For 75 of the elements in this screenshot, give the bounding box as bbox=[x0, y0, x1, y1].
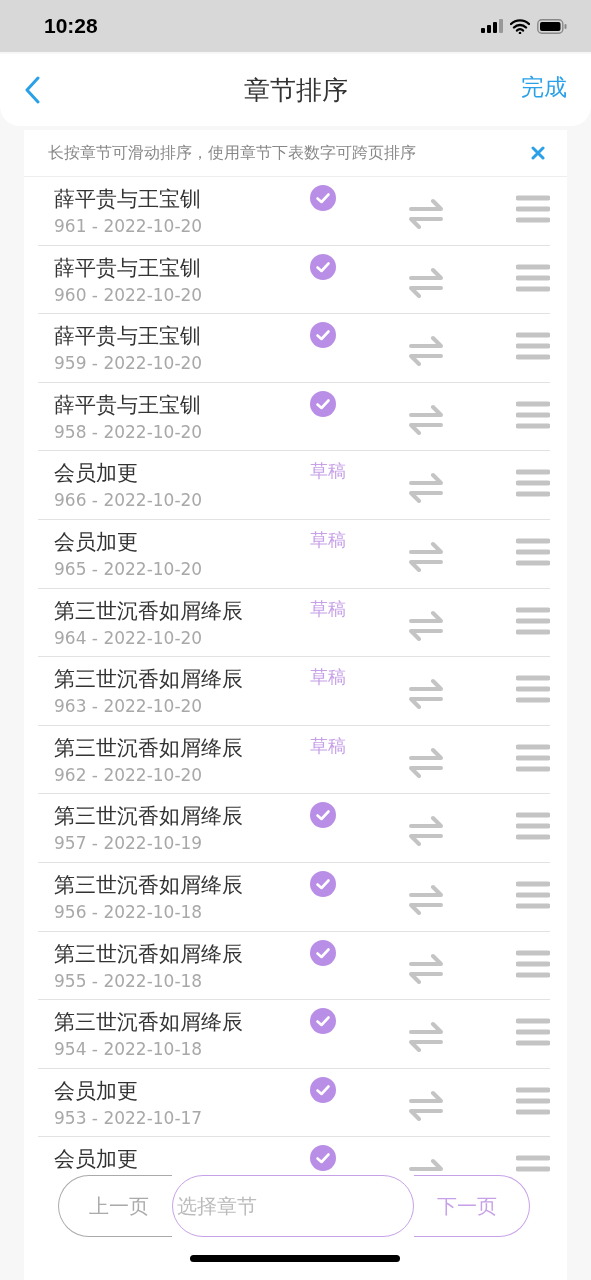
drag-handle-icon[interactable] bbox=[516, 743, 550, 772]
signal-icon bbox=[481, 19, 503, 33]
drag-handle-icon[interactable] bbox=[516, 1086, 550, 1115]
swap-icon[interactable] bbox=[409, 1088, 443, 1121]
chapter-meta: 956 - 2022-10-18 bbox=[54, 900, 204, 924]
chapter-meta: 958 - 2022-10-20 bbox=[54, 420, 204, 444]
swap-icon[interactable] bbox=[409, 745, 443, 778]
chapter-title: 会员加更 bbox=[54, 460, 139, 488]
chapter-title: 会员加更 bbox=[54, 528, 139, 556]
status-time: 10:28 bbox=[44, 14, 98, 38]
chapter-title: 第三世沉香如屑绛辰 bbox=[54, 1009, 244, 1037]
drag-handle-icon[interactable] bbox=[516, 1018, 550, 1047]
chapter-title: 第三世沉香如屑绛辰 bbox=[54, 734, 244, 762]
chapter-meta: 957 - 2022-10-19 bbox=[54, 832, 204, 856]
close-icon[interactable] bbox=[531, 146, 545, 160]
back-icon[interactable] bbox=[24, 76, 40, 104]
draft-label: 草稿 bbox=[310, 734, 346, 756]
swap-icon[interactable] bbox=[409, 539, 443, 572]
next-page-button[interactable]: 下一页 bbox=[414, 1175, 530, 1237]
drag-handle-icon[interactable] bbox=[516, 332, 550, 361]
chapter-title: 会员加更 bbox=[54, 1077, 139, 1105]
notice-text: 长按章节可滑动排序，使用章节下表数字可跨页排序 bbox=[48, 142, 416, 164]
swap-icon[interactable] bbox=[409, 814, 443, 847]
chapter-meta: 954 - 2022-10-18 bbox=[54, 1038, 204, 1062]
swap-icon[interactable] bbox=[409, 882, 443, 915]
chapter-meta: 953 - 2022-10-17 bbox=[54, 1106, 204, 1130]
wifi-icon bbox=[510, 18, 530, 34]
drag-handle-icon[interactable] bbox=[516, 606, 550, 635]
swap-icon[interactable] bbox=[409, 608, 443, 641]
draft-label: 草稿 bbox=[310, 460, 346, 482]
chapter-meta: 960 - 2022-10-20 bbox=[54, 283, 204, 307]
chapter-title: 第三世沉香如屑绛辰 bbox=[54, 597, 244, 625]
chapter-meta: 955 - 2022-10-18 bbox=[54, 969, 204, 993]
chapter-title: 薛平贵与王宝钏 bbox=[54, 254, 202, 282]
drag-handle-icon[interactable] bbox=[516, 537, 550, 566]
chapter-title: 薛平贵与王宝钏 bbox=[54, 323, 202, 351]
chapter-title: 第三世沉香如屑绛辰 bbox=[54, 871, 244, 899]
drag-handle-icon[interactable] bbox=[516, 469, 550, 498]
chapter-title: 会员加更 bbox=[54, 1146, 139, 1174]
draft-label: 草稿 bbox=[310, 666, 346, 688]
page-title: 章节排序 bbox=[243, 73, 348, 107]
drag-handle-icon[interactable] bbox=[516, 400, 550, 429]
battery-icon bbox=[537, 18, 567, 34]
chapter-meta: 959 - 2022-10-20 bbox=[54, 352, 204, 376]
chapter-meta: 961 - 2022-10-20 bbox=[54, 215, 204, 238]
drag-handle-icon[interactable] bbox=[516, 675, 550, 704]
swap-icon[interactable] bbox=[409, 265, 443, 298]
swap-icon[interactable] bbox=[409, 951, 443, 984]
swap-icon[interactable] bbox=[409, 677, 443, 710]
chapter-title: 薛平贵与王宝钏 bbox=[54, 391, 202, 419]
chapter-meta: 965 - 2022-10-20 bbox=[54, 557, 204, 581]
chapter-title: 第三世沉香如屑绛辰 bbox=[54, 940, 244, 968]
swap-icon[interactable] bbox=[409, 471, 443, 504]
chapter-title: 薛平贵与王宝钏 bbox=[54, 186, 202, 213]
drag-handle-icon[interactable] bbox=[516, 812, 550, 841]
swap-icon[interactable] bbox=[409, 402, 443, 435]
swap-icon[interactable] bbox=[409, 334, 443, 367]
drag-handle-icon[interactable] bbox=[516, 263, 550, 292]
drag-handle-icon[interactable] bbox=[516, 195, 550, 223]
drag-handle-icon[interactable] bbox=[516, 949, 550, 978]
swap-icon[interactable] bbox=[409, 1020, 443, 1053]
drag-handle-icon[interactable] bbox=[516, 1155, 550, 1175]
chapter-meta: 963 - 2022-10-20 bbox=[54, 695, 204, 719]
chapter-title: 第三世沉香如屑绛辰 bbox=[54, 666, 244, 694]
done-button[interactable]: 完成 bbox=[521, 72, 567, 103]
chapter-meta: 966 - 2022-10-20 bbox=[54, 489, 204, 513]
drag-handle-icon[interactable] bbox=[516, 880, 550, 909]
chapter-select-field[interactable]: 选择章节 bbox=[172, 1175, 414, 1237]
swap-icon[interactable] bbox=[409, 197, 443, 229]
draft-label: 草稿 bbox=[310, 597, 346, 619]
chapter-title: 第三世沉香如屑绛辰 bbox=[54, 803, 244, 831]
draft-label: 草稿 bbox=[310, 528, 346, 550]
previous-page-button[interactable]: 上一页 bbox=[58, 1175, 172, 1237]
chapter-meta: 964 - 2022-10-20 bbox=[54, 626, 204, 650]
chapter-meta: 962 - 2022-10-20 bbox=[54, 763, 204, 787]
